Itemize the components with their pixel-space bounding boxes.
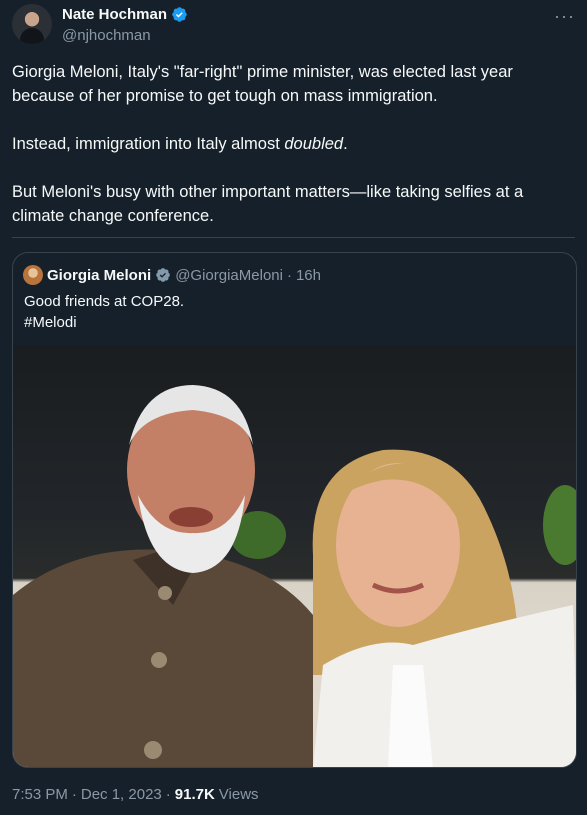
verified-badge-icon (172, 7, 187, 22)
quoted-separator: · (286, 266, 292, 284)
tweet-emphasis: doubled (284, 135, 344, 153)
quoted-tweet[interactable]: Giorgia Meloni @GiorgiaMeloni · 16h Good… (12, 252, 577, 768)
quoted-hashtag[interactable]: #Melodi (24, 312, 184, 333)
tweet-paragraph-1: Giorgia Meloni, Italy's "far-right" prim… (12, 63, 513, 105)
tweet-time[interactable]: 7:53 PM (12, 786, 68, 803)
footer-separator: · (165, 786, 171, 803)
footer-separator: · (71, 786, 77, 803)
quoted-time[interactable]: 16h (296, 267, 321, 284)
author-display-name[interactable]: Nate Hochman (62, 6, 167, 23)
author-name-row: Nate Hochman (62, 6, 188, 23)
quoted-text: Good friends at COP28. #Melodi (24, 291, 184, 333)
tweet-footer: 7:53 PM · Dec 1, 2023 · 91.7K Views (12, 786, 259, 803)
tweet-header: Nate Hochman @njhochman ··· (12, 4, 575, 48)
tweet-paragraph-2: Instead, immigration into Italy almost d… (12, 132, 572, 156)
author-avatar[interactable] (12, 4, 52, 44)
selfie-photo-illustration (13, 385, 576, 767)
quoted-author-avatar[interactable] (23, 265, 43, 285)
quoted-text-line-1: Good friends at COP28. (24, 293, 185, 310)
author-handle[interactable]: @njhochman (62, 27, 151, 44)
tweet-paragraph-3: But Meloni's busy with other important m… (12, 183, 524, 225)
quoted-author-name[interactable]: Giorgia Meloni (47, 267, 151, 284)
tweet-paragraph-2-end: . (343, 135, 348, 153)
quoted-tweet-header: Giorgia Meloni @GiorgiaMeloni · 16h (23, 265, 321, 285)
tweet-paragraph-2-text: Instead, immigration into Italy almost (12, 135, 285, 153)
divider (12, 237, 575, 238)
verified-badge-icon (156, 268, 171, 282)
views-label: Views (218, 786, 259, 803)
quoted-photo[interactable] (13, 345, 576, 767)
more-options-icon[interactable]: ··· (554, 6, 575, 27)
views-count[interactable]: 91.7K (175, 786, 215, 803)
tweet-text: Giorgia Meloni, Italy's "far-right" prim… (12, 60, 572, 228)
quoted-author-handle[interactable]: @GiorgiaMeloni (175, 267, 283, 284)
tweet-date[interactable]: Dec 1, 2023 (81, 786, 162, 803)
